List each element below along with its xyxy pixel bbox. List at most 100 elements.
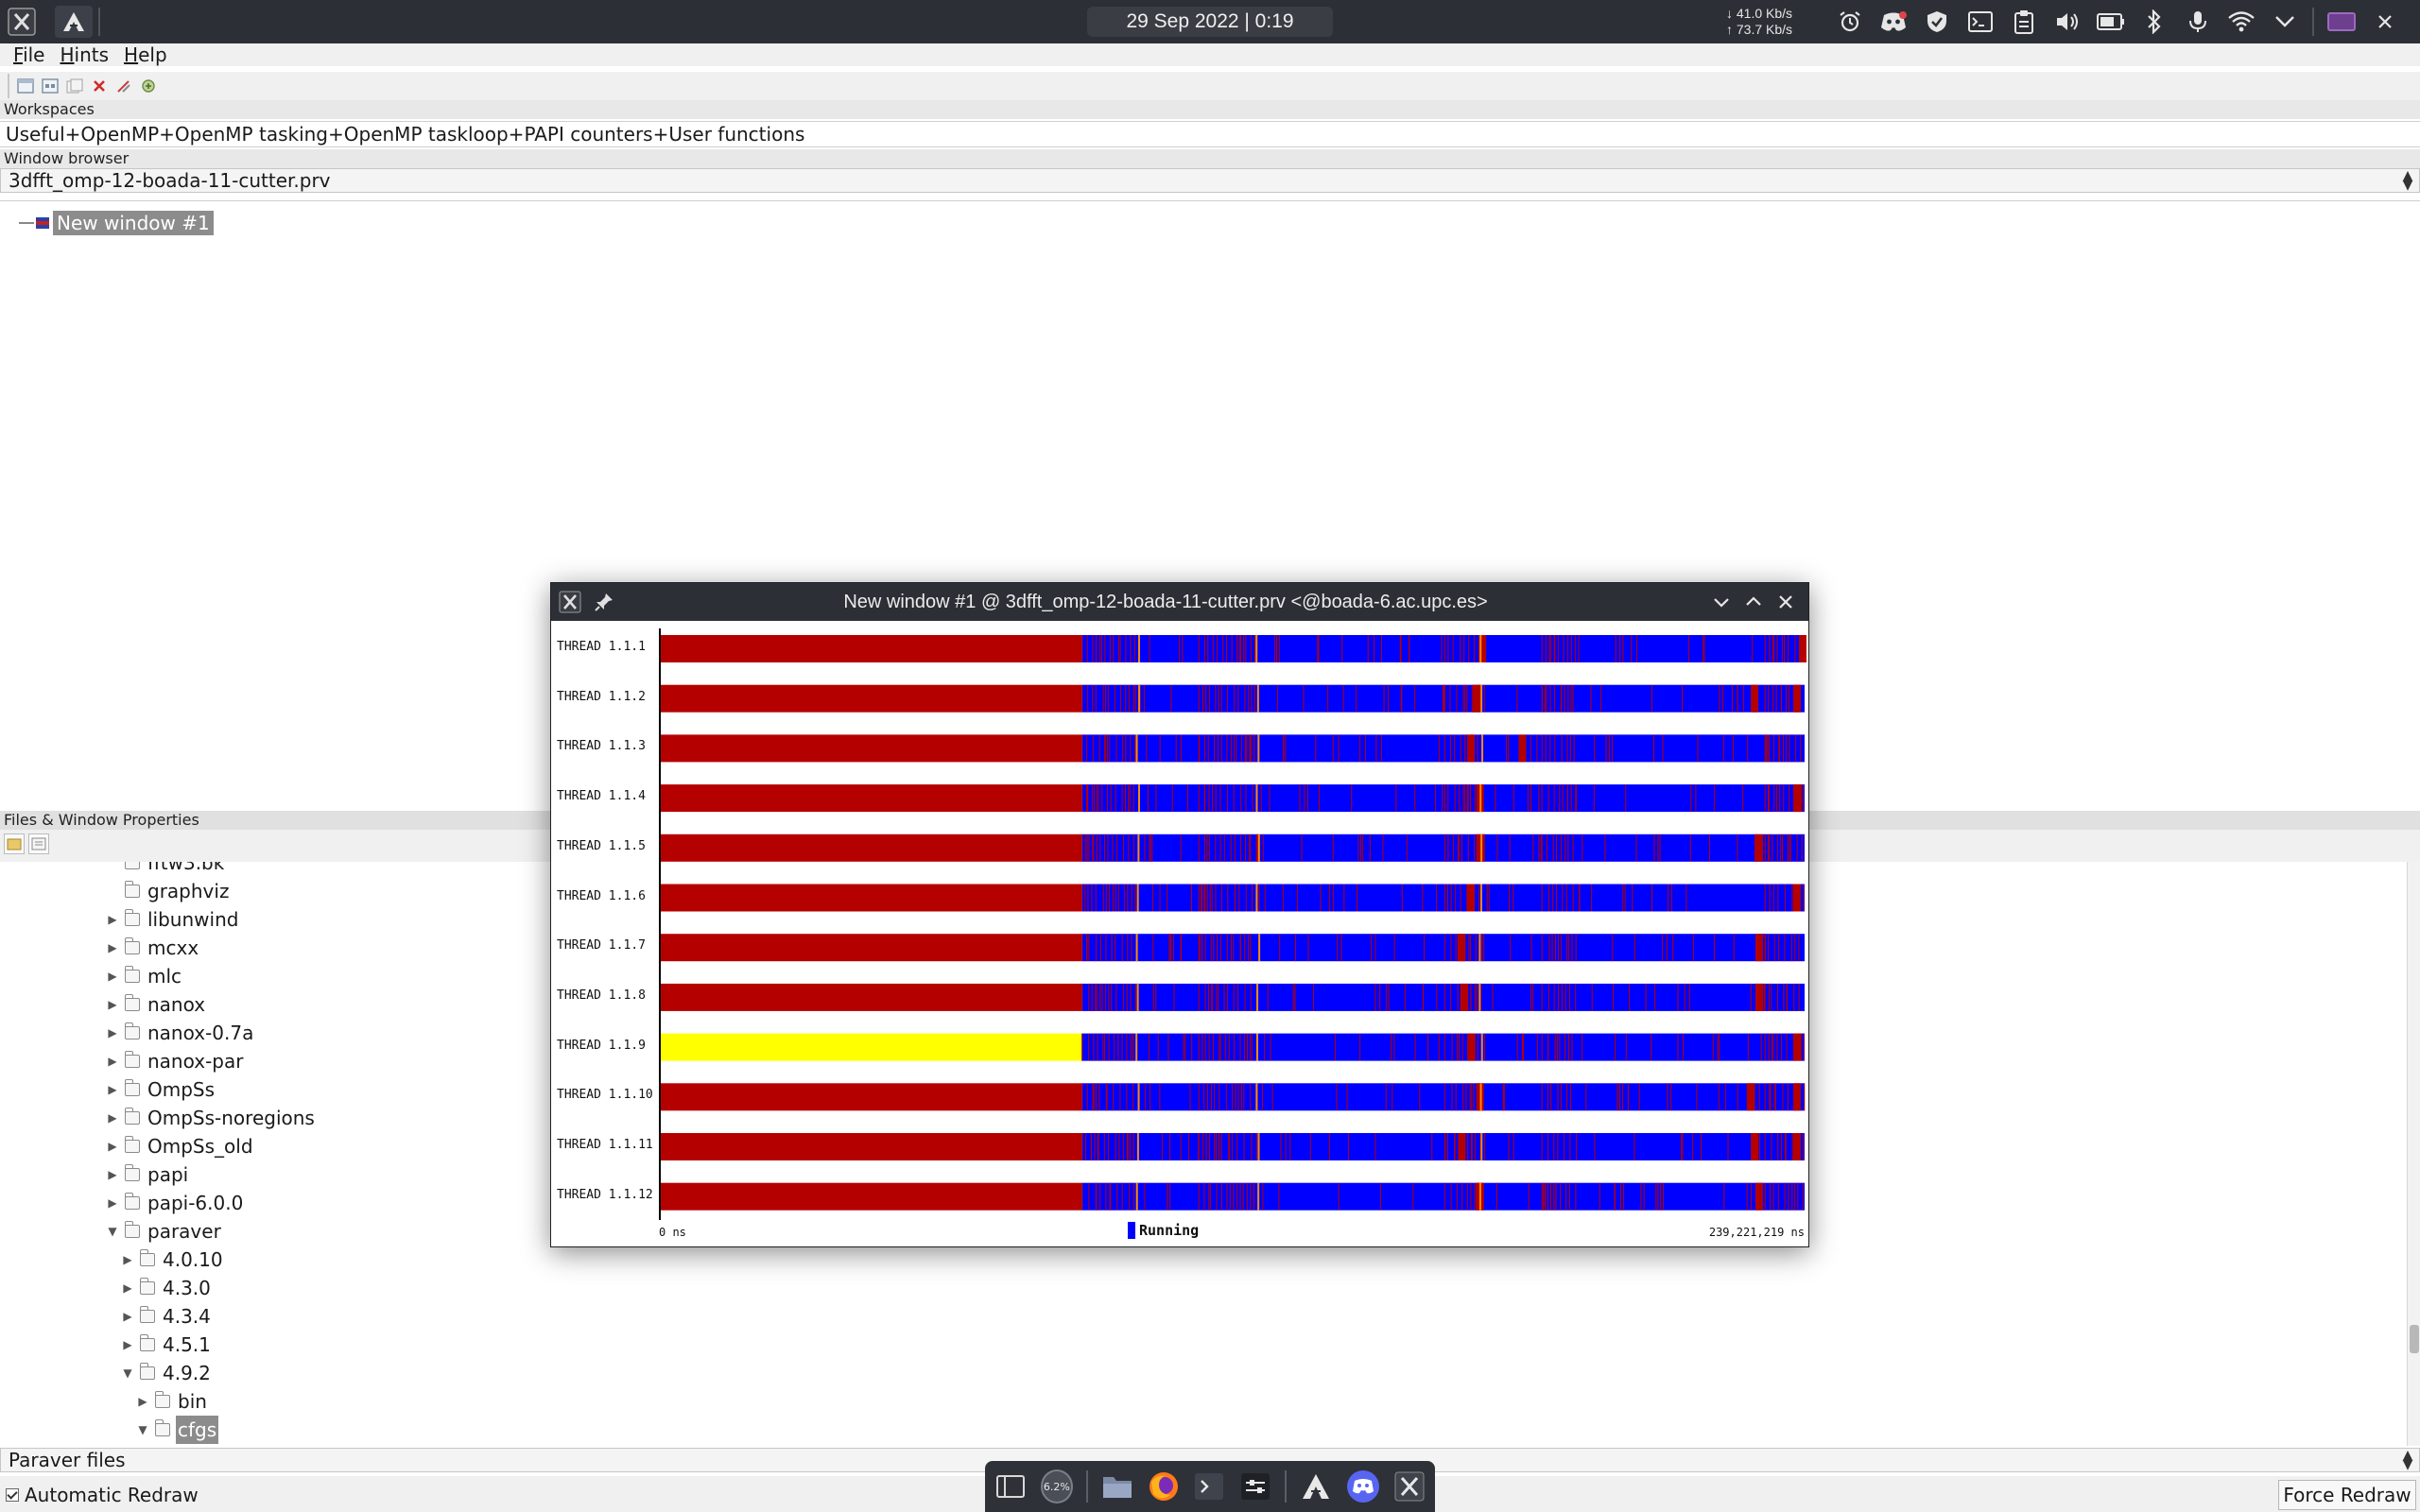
thread-event-marker[interactable] — [1480, 1033, 1483, 1061]
thread-state-stripe[interactable] — [1443, 934, 1445, 962]
thread-state-stripe[interactable] — [1509, 884, 1511, 912]
thread-state-stripe[interactable] — [1180, 934, 1182, 962]
thread-state-stripe[interactable] — [1226, 1182, 1228, 1211]
thread-state-stripe[interactable] — [1769, 833, 1771, 862]
thread-state-stripe[interactable] — [1450, 1182, 1452, 1211]
thread-state-stripe[interactable] — [1695, 784, 1697, 813]
thread-state-stripe[interactable] — [1444, 1133, 1446, 1160]
thread-event-marker[interactable] — [1135, 734, 1138, 763]
thread-state-stripe[interactable] — [1697, 734, 1699, 763]
thread-state-stripe[interactable] — [1129, 1182, 1131, 1211]
thread-state-stripe[interactable] — [1737, 1083, 1738, 1111]
thread-state-stripe[interactable] — [1469, 934, 1471, 962]
thread-state-stripe[interactable] — [1443, 833, 1445, 862]
thread-state-stripe[interactable] — [1572, 684, 1574, 713]
thread-state-stripe[interactable] — [1764, 934, 1766, 962]
clock[interactable]: 29 Sep 2022 | 0:19 — [1087, 7, 1333, 37]
thread-state-stripe[interactable] — [1778, 934, 1780, 962]
thread-state-stripe[interactable] — [1108, 884, 1110, 912]
thread-state-stripe[interactable] — [1175, 734, 1177, 763]
thread-state-stripe[interactable] — [1657, 1182, 1659, 1211]
thread-state-stripe[interactable] — [1492, 983, 1494, 1011]
thread-state-stripe[interactable] — [1198, 635, 1200, 662]
thread-state-stripe[interactable] — [1215, 884, 1217, 912]
thread-state-stripe[interactable] — [1337, 934, 1339, 962]
thread-event-marker[interactable] — [1256, 983, 1259, 1011]
thread-running-bar[interactable] — [1081, 1133, 1805, 1160]
thread-state-stripe[interactable] — [1496, 1182, 1498, 1211]
thread-state-stripe[interactable] — [1530, 934, 1532, 962]
thread-state-stripe[interactable] — [1803, 884, 1805, 912]
thread-state-stripe[interactable] — [1134, 884, 1136, 912]
thread-state-stripe[interactable] — [1180, 1133, 1182, 1160]
file-tree-row[interactable]: ▶ nanox — [106, 990, 207, 1019]
battery-icon[interactable] — [2095, 6, 2127, 38]
thread-state-stripe[interactable] — [1170, 934, 1172, 962]
thread-state-stripe[interactable] — [1561, 684, 1563, 713]
thread-state-stripe[interactable] — [1385, 1083, 1387, 1111]
thread-event-marker[interactable] — [1255, 1083, 1258, 1111]
thread-state-stripe[interactable] — [1127, 934, 1129, 962]
thread-state-stripe[interactable] — [1599, 1182, 1600, 1211]
thread-state-stripe[interactable] — [1223, 983, 1225, 1011]
thread-state-stripe[interactable] — [1443, 1083, 1445, 1111]
thread-state-stripe[interactable] — [1772, 1182, 1774, 1211]
thread-state-stripe[interactable] — [1216, 1182, 1218, 1211]
thread-event-marker[interactable] — [1256, 684, 1259, 713]
thread-state-stripe[interactable] — [1374, 1133, 1376, 1160]
thread-event-marker[interactable] — [1478, 1182, 1481, 1211]
thread-state-stripe[interactable] — [1553, 1133, 1555, 1160]
thread-state-stripe[interactable] — [1467, 784, 1469, 813]
thread-state-stripe[interactable] — [1722, 734, 1724, 763]
thread-state-stripe[interactable] — [1724, 1083, 1726, 1111]
thread-state-stripe[interactable] — [1203, 734, 1205, 763]
thread-state-stripe[interactable] — [1296, 884, 1298, 912]
thread-state-stripe[interactable] — [1541, 1033, 1543, 1061]
thread-state-stripe[interactable] — [1767, 734, 1769, 763]
thread-initial-state-bar[interactable] — [661, 983, 1082, 1011]
thread-state-stripe[interactable] — [1262, 1182, 1264, 1211]
thread-state-stripe[interactable] — [1111, 934, 1113, 962]
thread-state-stripe[interactable] — [1215, 1133, 1217, 1160]
thread-state-stripe[interactable] — [1203, 1083, 1205, 1111]
thread-state-stripe[interactable] — [1218, 983, 1219, 1011]
thread-state-stripe[interactable] — [1155, 983, 1157, 1011]
thread-state-stripe[interactable] — [1243, 1033, 1245, 1061]
thread-state-stripe[interactable] — [1443, 1182, 1445, 1211]
thread-state-stripe[interactable] — [1570, 684, 1572, 713]
thread-state-stripe[interactable] — [1450, 734, 1452, 763]
thread-state-stripe[interactable] — [1239, 635, 1241, 662]
thread-state-stripe[interactable] — [1085, 784, 1087, 813]
thread-state-stripe[interactable] — [1269, 784, 1270, 813]
chevron-down-icon[interactable] — [2269, 6, 2301, 38]
thread-state-stripe[interactable] — [1541, 934, 1543, 962]
thread-state-stripe[interactable] — [1457, 833, 1459, 862]
thread-state-stripe[interactable] — [1208, 1033, 1210, 1061]
thread-state-stripe[interactable] — [1455, 1083, 1457, 1111]
thread-state-stripe[interactable] — [1502, 1083, 1504, 1111]
thread-state-stripe[interactable] — [1161, 1133, 1163, 1160]
thread-state-stripe[interactable] — [1620, 1182, 1622, 1211]
thread-event-marker[interactable] — [1480, 833, 1483, 862]
thread-state-stripe[interactable] — [1764, 784, 1766, 813]
thread-state-stripe[interactable] — [1457, 983, 1459, 1011]
thread-state-stripe[interactable] — [1508, 1133, 1510, 1160]
thread-state-stripe[interactable] — [1530, 983, 1531, 1011]
thread-state-stripe[interactable] — [1253, 734, 1255, 763]
thread-state-stripe[interactable] — [1636, 635, 1638, 662]
thread-state-stripe[interactable] — [1254, 635, 1256, 662]
thread-state-stripe[interactable] — [1081, 1133, 1083, 1160]
thread-state-stripe[interactable] — [1206, 833, 1208, 862]
thread-state-stripe[interactable] — [1575, 934, 1577, 962]
thread-state-stripe[interactable] — [1404, 983, 1406, 1011]
thread-state-stripe[interactable] — [1132, 1182, 1134, 1211]
thread-state-stripe[interactable] — [1091, 983, 1093, 1011]
thread-state-stripe[interactable] — [1768, 784, 1770, 813]
thread-state-stripe[interactable] — [1662, 934, 1664, 962]
thread-state-stripe[interactable] — [1566, 734, 1568, 763]
thread-state-stripe[interactable] — [1802, 1182, 1804, 1211]
thread-state-stripe[interactable] — [1772, 734, 1774, 763]
thread-state-stripe[interactable] — [1547, 1133, 1549, 1160]
thread-state-stripe[interactable] — [1379, 1182, 1381, 1211]
thread-state-stripe[interactable] — [1574, 635, 1576, 662]
